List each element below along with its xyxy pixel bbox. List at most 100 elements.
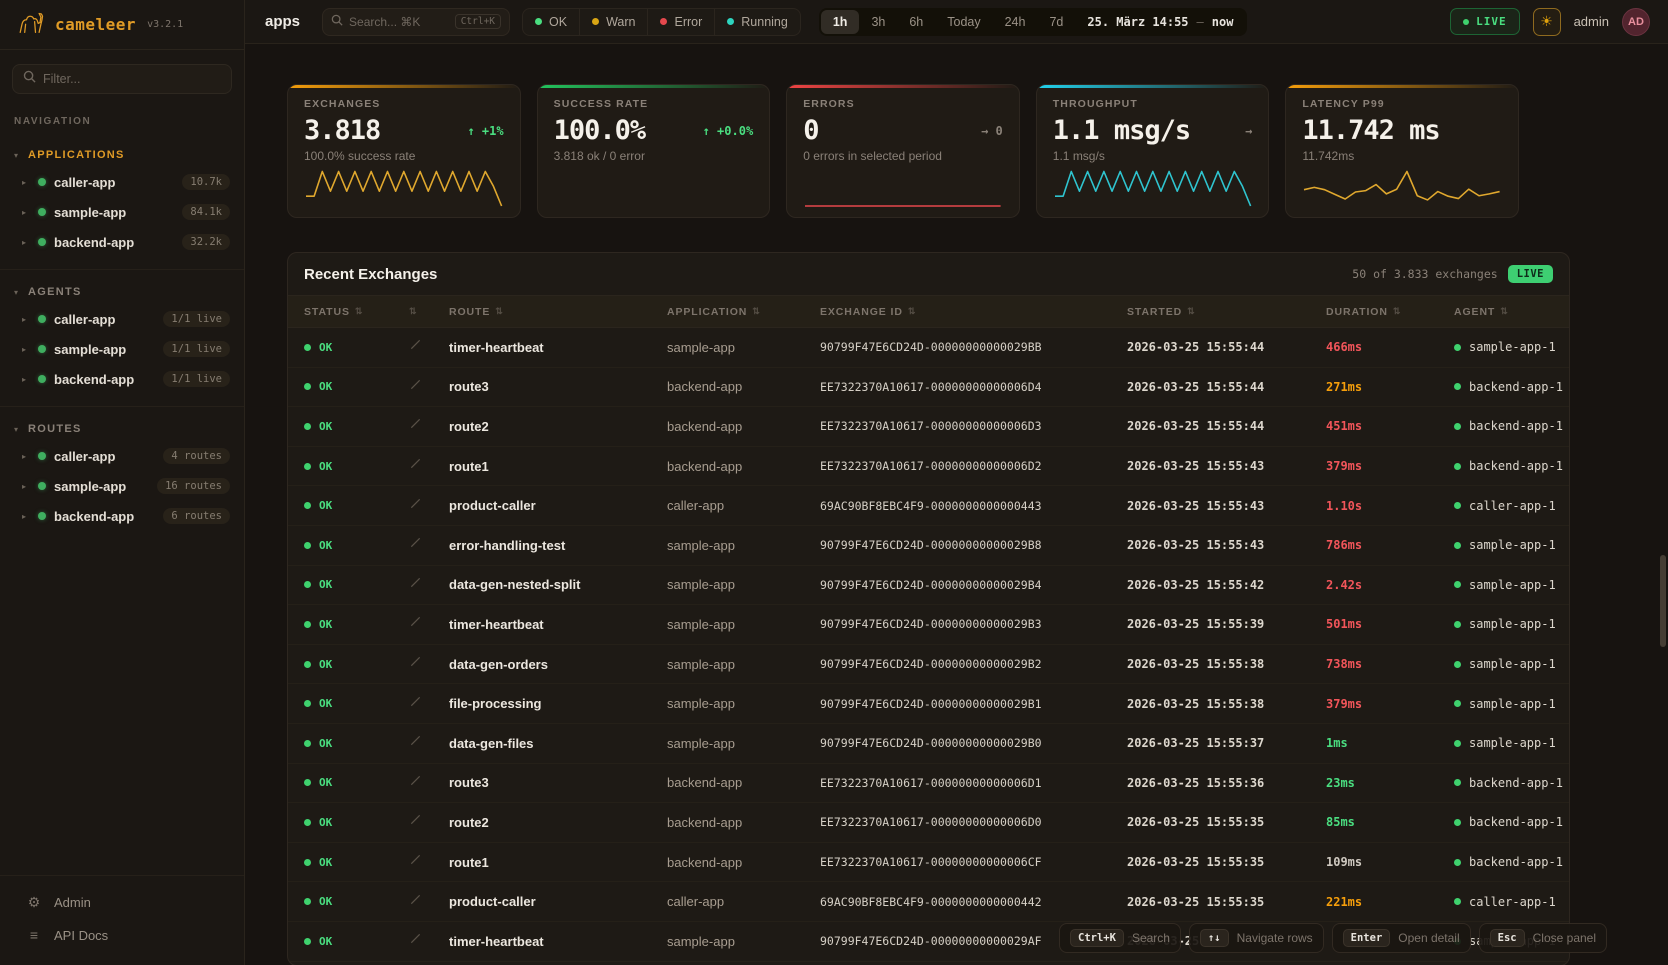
column-header-started[interactable]: STARTED⇅ bbox=[1127, 306, 1326, 318]
chevron-right-icon: ▸ bbox=[22, 315, 30, 324]
stat-card-success-rate[interactable]: SUCCESS RATE100.0%↑ +0.0%3.818 ok / 0 er… bbox=[537, 84, 771, 218]
exchange-id-cell: 90799F47E6CD24D-00000000000029B3 bbox=[820, 617, 1127, 631]
agent-label: backend-app-1 bbox=[1469, 855, 1563, 869]
stat-card-exchanges[interactable]: EXCHANGES3.818↑ +1%100.0% success rate bbox=[287, 84, 521, 218]
status-label: OK bbox=[319, 420, 332, 433]
time-display[interactable]: 25. März 14:55 — now bbox=[1075, 15, 1245, 29]
time-range-7d[interactable]: 7d bbox=[1037, 10, 1075, 34]
table-row[interactable]: OKroute1backend-appEE7322370A10617-00000… bbox=[288, 447, 1569, 487]
global-search[interactable]: Ctrl+K bbox=[322, 8, 510, 36]
status-dot-icon bbox=[592, 18, 599, 25]
sidebar-item-caller-app[interactable]: ▸caller-app1/1 live bbox=[0, 304, 244, 334]
search-input[interactable] bbox=[349, 15, 439, 29]
time-range-6h[interactable]: 6h bbox=[897, 10, 935, 34]
table-row[interactable]: OKroute2backend-appEE7322370A10617-00000… bbox=[288, 407, 1569, 447]
status-filter-error[interactable]: Error bbox=[648, 9, 715, 35]
ok-dot-icon bbox=[304, 463, 311, 470]
sort-icon: ⇅ bbox=[1187, 306, 1195, 317]
column-header-label: EXCHANGE ID bbox=[820, 306, 903, 318]
status-cell: OK bbox=[304, 697, 409, 710]
column-header-exchange-id[interactable]: EXCHANGE ID⇅ bbox=[820, 306, 1127, 318]
agent-cell: sample-app-1 bbox=[1454, 657, 1569, 671]
status-filter-warn[interactable]: Warn bbox=[580, 9, 648, 35]
status-dot-icon bbox=[727, 18, 734, 25]
status-label: OK bbox=[319, 658, 332, 671]
trend-icon bbox=[409, 655, 449, 673]
stat-value: 1.1 msg/s bbox=[1053, 115, 1190, 146]
status-filter-running[interactable]: Running bbox=[715, 9, 800, 35]
hint-open-detail: EnterOpen detail bbox=[1332, 923, 1471, 953]
column-header-route[interactable]: ROUTE⇅ bbox=[449, 306, 667, 318]
sidebar-footer-admin[interactable]: ⚙Admin bbox=[0, 886, 244, 919]
time-range-1h[interactable]: 1h bbox=[821, 10, 860, 34]
table-row[interactable]: OKproduct-callercaller-app69AC90BF8EBC4F… bbox=[288, 882, 1569, 922]
hint-key: Esc bbox=[1490, 929, 1525, 947]
sidebar-item-sample-app[interactable]: ▸sample-app16 routes bbox=[0, 471, 244, 501]
agent-cell: sample-app-1 bbox=[1454, 697, 1569, 711]
sidebar-item-backend-app[interactable]: ▸backend-app6 routes bbox=[0, 501, 244, 531]
section-header-routes[interactable]: ▾ROUTES bbox=[0, 417, 244, 441]
table-row[interactable]: OKtimer-heartbeatsample-app90799F47E6CD2… bbox=[288, 328, 1569, 368]
table-row[interactable]: OKroute1backend-appEE7322370A10617-00000… bbox=[288, 843, 1569, 883]
sidebar-filter[interactable] bbox=[12, 64, 232, 94]
live-indicator[interactable]: LIVE bbox=[1450, 8, 1520, 35]
theme-toggle-button[interactable]: ☀ bbox=[1533, 8, 1561, 36]
column-header-agent[interactable]: AGENT⇅ bbox=[1454, 306, 1569, 318]
duration-cell: 451ms bbox=[1326, 419, 1454, 433]
sidebar-item-sample-app[interactable]: ▸sample-app1/1 live bbox=[0, 334, 244, 364]
stat-card-throughput[interactable]: THROUGHPUT1.1 msg/s→1.1 msg/s bbox=[1036, 84, 1270, 218]
exchange-id-cell: 90799F47E6CD24D-00000000000029BB bbox=[820, 340, 1127, 354]
table-row[interactable]: OKdata-gen-filessample-app90799F47E6CD24… bbox=[288, 724, 1569, 764]
logo-row[interactable]: cameleer v3.2.1 bbox=[0, 0, 244, 50]
sidebar-item-badge: 16 routes bbox=[157, 478, 230, 494]
time-range-3h[interactable]: 3h bbox=[859, 10, 897, 34]
table-row[interactable]: OKroute2backend-appEE7322370A10617-00000… bbox=[288, 803, 1569, 843]
avatar[interactable]: AD bbox=[1622, 8, 1650, 36]
filter-input[interactable] bbox=[43, 72, 221, 86]
sidebar-item-caller-app[interactable]: ▸caller-app4 routes bbox=[0, 441, 244, 471]
time-range-24h[interactable]: 24h bbox=[993, 10, 1038, 34]
column-header-application[interactable]: APPLICATION⇅ bbox=[667, 306, 820, 318]
agent-cell: backend-app-1 bbox=[1454, 419, 1569, 433]
table-row[interactable]: OKfile-processingsample-app90799F47E6CD2… bbox=[288, 684, 1569, 724]
sidebar-item-label: sample-app bbox=[54, 479, 126, 494]
sidebar-footer-api-docs[interactable]: ≡API Docs bbox=[0, 919, 244, 951]
duration-cell: 1.10s bbox=[1326, 499, 1454, 513]
route-cell: product-caller bbox=[449, 894, 667, 909]
time-range-today[interactable]: Today bbox=[935, 10, 992, 34]
route-cell: timer-heartbeat bbox=[449, 617, 667, 632]
sidebar-item-backend-app[interactable]: ▸backend-app1/1 live bbox=[0, 364, 244, 394]
status-dot-icon bbox=[535, 18, 542, 25]
started-cell: 2026-03-25 15:55:43 bbox=[1127, 459, 1326, 473]
sidebar-item-caller-app[interactable]: ▸caller-app10.7k bbox=[0, 167, 244, 197]
column-header-label: STATUS bbox=[304, 306, 350, 318]
sidebar-item-sample-app[interactable]: ▸sample-app84.1k bbox=[0, 197, 244, 227]
status-label: OK bbox=[319, 460, 332, 473]
table-row[interactable]: OKerror-handling-testsample-app90799F47E… bbox=[288, 526, 1569, 566]
table-row[interactable]: OKdata-gen-orderssample-app90799F47E6CD2… bbox=[288, 645, 1569, 685]
table-row[interactable]: OKproduct-callercaller-app69AC90BF8EBC4F… bbox=[288, 486, 1569, 526]
stat-card-latency-p99[interactable]: LATENCY P9911.742 ms11.742ms bbox=[1285, 84, 1519, 218]
agent-cell: sample-app-1 bbox=[1454, 617, 1569, 631]
table-row[interactable]: OKdata-gen-nested-splitsample-app90799F4… bbox=[288, 566, 1569, 606]
section-header-agents[interactable]: ▾AGENTS bbox=[0, 280, 244, 304]
section-header-applications[interactable]: ▾APPLICATIONS bbox=[0, 143, 244, 167]
agent-label: backend-app-1 bbox=[1469, 776, 1563, 790]
status-filter-ok[interactable]: OK bbox=[523, 9, 580, 35]
status-dot-icon bbox=[38, 512, 46, 520]
column-header-trend[interactable]: ⇅ bbox=[409, 306, 449, 317]
duration-cell: 2.42s bbox=[1326, 578, 1454, 592]
hint-label: Open detail bbox=[1398, 931, 1459, 945]
sidebar-item-backend-app[interactable]: ▸backend-app32.2k bbox=[0, 227, 244, 257]
stat-card-errors[interactable]: ERRORS0→ 00 errors in selected period bbox=[786, 84, 1020, 218]
column-header-duration[interactable]: DURATION⇅ bbox=[1326, 306, 1454, 318]
card-accent-line bbox=[1037, 85, 1269, 88]
table-row[interactable]: OKtimer-heartbeatsample-app90799F47E6CD2… bbox=[288, 605, 1569, 645]
ok-dot-icon bbox=[304, 621, 311, 628]
sidebar-footer: ⚙Admin≡API Docs bbox=[0, 875, 244, 965]
status-cell: OK bbox=[304, 776, 409, 789]
table-row[interactable]: OKroute3backend-appEE7322370A10617-00000… bbox=[288, 368, 1569, 408]
scrollbar-thumb[interactable] bbox=[1660, 555, 1666, 647]
column-header-status[interactable]: STATUS⇅ bbox=[304, 306, 409, 318]
table-row[interactable]: OKroute3backend-appEE7322370A10617-00000… bbox=[288, 764, 1569, 804]
